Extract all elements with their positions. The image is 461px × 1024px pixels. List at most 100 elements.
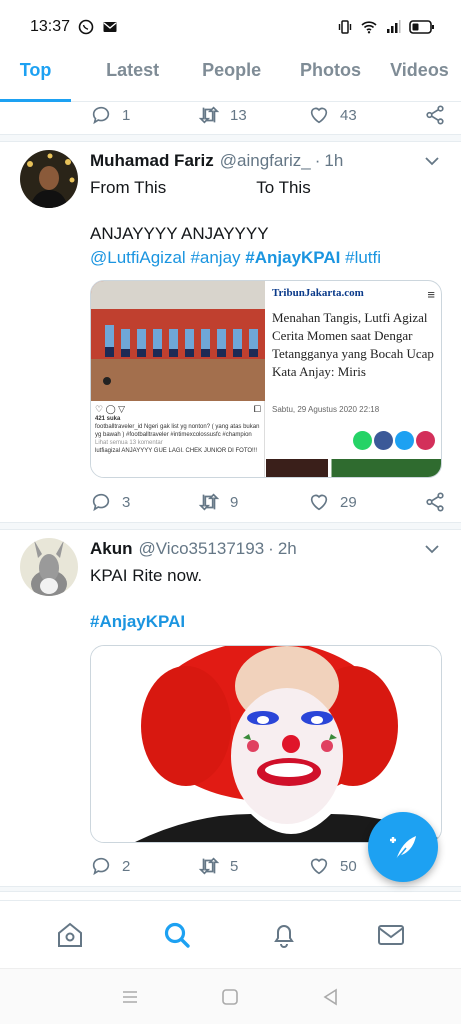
retweet-icon — [198, 493, 220, 511]
like-action[interactable]: 43 — [308, 104, 420, 126]
status-time: 13:37 — [30, 18, 71, 35]
share-buttons — [353, 431, 435, 450]
retweet-icon — [198, 106, 220, 124]
status-bar: 13:37 — [0, 0, 461, 54]
retweet-action[interactable]: 9 — [198, 491, 308, 513]
chevron-down-icon[interactable] — [423, 152, 441, 170]
retweet-count: 13 — [230, 106, 247, 124]
hashtag-link[interactable]: #AnjayKPAI — [90, 612, 185, 631]
whatsapp-icon — [78, 19, 94, 35]
tweet-text-line2: ANJAYYYY ANJAYYYY — [90, 224, 269, 243]
author-handle[interactable]: @Vico35137193 — [139, 539, 265, 559]
tweet-text: KPAI Rite now. — [90, 566, 203, 585]
team-photo — [91, 281, 265, 401]
tab-latest[interactable]: Latest — [87, 54, 178, 101]
reply-action[interactable]: 2 — [90, 855, 198, 877]
hashtag-link[interactable]: #lutfi — [345, 248, 381, 267]
tweet-actions: 3 9 29 — [90, 487, 446, 517]
tweet-entities: #AnjayKPAI — [90, 611, 441, 633]
menu-icon: ≡ — [427, 287, 435, 302]
home-icon[interactable] — [55, 920, 85, 950]
tweet-text: From This To This — [90, 177, 441, 199]
author-handle[interactable]: @aingfariz_ — [220, 151, 311, 171]
compose-feather-icon — [390, 836, 416, 861]
avatar[interactable] — [20, 538, 78, 596]
tab-top[interactable]: Top — [0, 54, 72, 102]
reply-icon — [92, 106, 110, 125]
thumbnail-strip — [266, 459, 441, 477]
article-title: Menahan Tangis, Lutfi Agizal Cerita Mome… — [272, 310, 434, 379]
mail-icon[interactable] — [376, 920, 406, 950]
reply-count: 1 — [122, 106, 131, 124]
reply-count: 2 — [122, 857, 131, 875]
media-card[interactable]: ♡ ◯ ▽ ⧠ 421 suka footballtraveler_id Nge… — [90, 280, 442, 478]
ig-caption-2: lutfiagizal ANJAYYYY GUE LAGI. CHEK JUNI… — [95, 448, 258, 454]
bell-icon[interactable] — [269, 920, 299, 950]
retweet-count: 5 — [230, 857, 239, 875]
feed-divider — [0, 522, 461, 530]
retweet-count: 9 — [230, 493, 239, 511]
heart-icon — [310, 107, 328, 124]
prev-tweet-actions: 1 13 43 — [90, 100, 446, 130]
back-icon[interactable] — [321, 987, 341, 1007]
system-navigation-bar — [0, 968, 461, 1024]
tweet-time: 1h — [324, 151, 344, 170]
feed-divider — [0, 886, 461, 892]
article-date: Sabtu, 29 Agustus 2020 22:18 — [272, 405, 380, 414]
compose-tweet-button[interactable] — [368, 812, 438, 882]
share-action[interactable] — [424, 491, 446, 513]
separator-dot: · — [314, 151, 321, 170]
signal-icon — [387, 20, 401, 33]
home-button-icon[interactable] — [220, 987, 240, 1007]
text-to: To This — [256, 178, 311, 197]
retweet-icon — [198, 857, 220, 875]
tweet-time: 2h — [277, 539, 297, 558]
vibrate-icon — [338, 20, 352, 34]
bottom-nav — [0, 900, 461, 968]
like-action[interactable]: 29 — [308, 491, 420, 513]
mention-link[interactable]: @LutfiAgizal — [90, 248, 186, 267]
feed-divider — [0, 134, 461, 142]
facebook-icon — [374, 431, 393, 450]
share-icon — [426, 105, 444, 125]
text-from: From This — [90, 178, 167, 197]
search-icon[interactable] — [162, 920, 192, 950]
retweet-action[interactable]: 13 — [198, 104, 308, 126]
like-count: 43 — [340, 106, 357, 124]
tweet-header: Akun @Vico35137193 · 2h — [90, 539, 441, 559]
avatar[interactable] — [20, 150, 78, 208]
ig-comments: Lihat semua 13 komentar — [95, 440, 163, 446]
whatsapp-icon — [353, 431, 372, 450]
menu-icon[interactable] — [120, 987, 140, 1007]
like-count: 50 — [340, 857, 357, 875]
tweet-image[interactable] — [90, 645, 442, 843]
instagram-screenshot: ♡ ◯ ▽ ⧠ 421 suka footballtraveler_id Nge… — [91, 281, 265, 477]
author-name[interactable]: Muhamad Fariz — [90, 151, 214, 171]
ig-caption: footballtraveler_id Ngeri gak list yg no… — [95, 424, 260, 438]
chevron-down-icon[interactable] — [423, 540, 441, 558]
tab-videos[interactable]: Videos — [378, 54, 461, 101]
gmail-icon — [103, 22, 117, 32]
tab-photos[interactable]: Photos — [283, 54, 378, 101]
retweet-action[interactable]: 5 — [198, 855, 308, 877]
reply-count: 3 — [122, 493, 131, 511]
reply-icon — [92, 857, 110, 876]
tab-people[interactable]: People — [184, 54, 279, 101]
reply-action[interactable]: 3 — [90, 491, 198, 513]
ig-likes: 421 suka — [95, 416, 121, 422]
instagram-caption: ♡ ◯ ▽ ⧠ 421 suka footballtraveler_id Nge… — [95, 404, 261, 455]
reply-action[interactable]: 1 — [90, 104, 198, 126]
twitter-icon — [395, 431, 414, 450]
reply-icon — [92, 493, 110, 512]
battery-icon — [409, 20, 434, 34]
share-action[interactable] — [424, 104, 446, 126]
site-logo: TribunJakarta.com — [272, 287, 364, 299]
author-name[interactable]: Akun — [90, 539, 133, 559]
heart-icon — [310, 494, 328, 511]
search-tabs: Top Latest People Photos Videos — [0, 54, 461, 102]
hashtag-link[interactable]: #anjay — [190, 248, 240, 267]
hashtag-link[interactable]: #AnjayKPAI — [245, 248, 340, 267]
tweet-entities: @LutfiAgizal #anjay #AnjayKPAI #lutfi — [90, 247, 441, 269]
article-preview: TribunJakarta.com ≡ Menahan Tangis, Lutf… — [266, 281, 441, 477]
tweet-header: Muhamad Fariz @aingfariz_ · 1h — [90, 151, 441, 171]
